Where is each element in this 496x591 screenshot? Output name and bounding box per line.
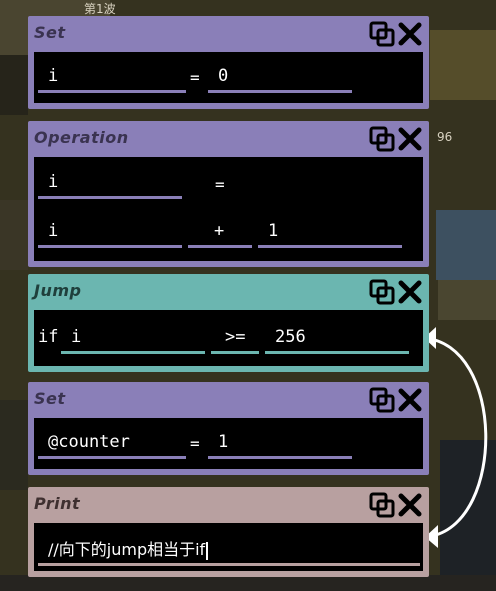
print-text-field[interactable]: //向下的jump相当于if: [38, 533, 420, 566]
operand-a-field[interactable]: i: [38, 218, 182, 248]
operation-block[interactable]: Operation i = i + 1: [28, 121, 429, 267]
print-block-header[interactable]: Print: [28, 487, 429, 521]
set-block-1-header[interactable]: Set: [28, 16, 429, 50]
comparison-field[interactable]: >=: [211, 324, 259, 354]
block-title: Jump: [34, 281, 82, 300]
equals-label: =: [190, 434, 200, 453]
close-icon[interactable]: [397, 387, 423, 413]
close-icon[interactable]: [397, 21, 423, 47]
operand-b-field[interactable]: 1: [258, 218, 402, 248]
jump-operand-a-field[interactable]: i: [61, 324, 205, 354]
jump-block[interactable]: Jump if i >= 256: [28, 274, 429, 372]
set-variable-field[interactable]: @counter: [38, 429, 186, 459]
jump-operand-b-field[interactable]: 256: [265, 324, 409, 354]
copy-icon[interactable]: [369, 387, 395, 413]
block-title: Set: [34, 23, 66, 42]
set-block-1[interactable]: Set i = 0: [28, 16, 429, 109]
copy-icon[interactable]: [369, 492, 395, 518]
copy-icon[interactable]: [369, 126, 395, 152]
result-variable-field[interactable]: i: [38, 169, 182, 199]
equals-label: =: [190, 68, 200, 87]
block-title: Operation: [34, 128, 129, 147]
print-text: //向下的jump相当于if: [48, 540, 206, 559]
set-block-2[interactable]: Set @counter = 1: [28, 382, 429, 475]
operator-field[interactable]: +: [188, 218, 252, 248]
if-label: if: [38, 327, 59, 347]
block-title: Set: [34, 389, 66, 408]
set-value-field[interactable]: 1: [208, 429, 352, 459]
print-block[interactable]: Print //向下的jump相当于if: [28, 487, 429, 577]
set-value-field[interactable]: 0: [208, 63, 352, 93]
equals-label: =: [215, 175, 225, 194]
copy-icon[interactable]: [369, 21, 395, 47]
text-cursor: [206, 541, 209, 560]
set-block-2-header[interactable]: Set: [28, 382, 429, 416]
close-icon[interactable]: [397, 126, 423, 152]
close-icon[interactable]: [397, 279, 423, 305]
close-icon[interactable]: [397, 492, 423, 518]
jump-block-header[interactable]: Jump: [28, 274, 429, 308]
block-title: Print: [34, 494, 81, 513]
copy-icon[interactable]: [369, 279, 395, 305]
set-variable-field[interactable]: i: [38, 63, 186, 93]
operation-block-header[interactable]: Operation: [28, 121, 429, 155]
